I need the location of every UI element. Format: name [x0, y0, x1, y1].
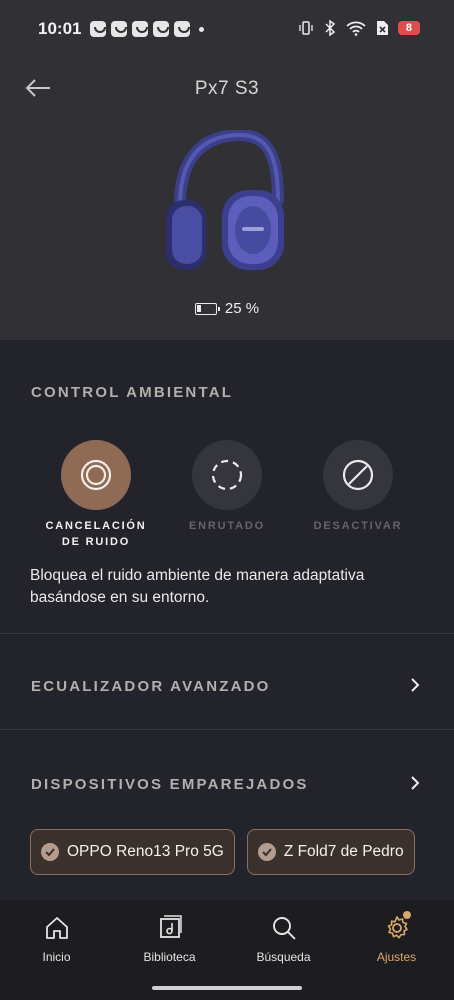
device-chip-label: OPPO Reno13 Pro 5G: [67, 843, 224, 860]
notification-icons: [90, 21, 204, 37]
mode-label: ENRUTADO: [189, 520, 265, 532]
battery-percentage: 25 %: [224, 300, 260, 317]
battery-icon: [194, 302, 220, 315]
mode-off[interactable]: DESACTIVAR: [293, 440, 423, 534]
mode-transparency[interactable]: ENRUTADO: [162, 440, 292, 534]
ambient-control-title: CONTROL AMBIENTAL: [31, 384, 234, 401]
mode-noise-cancellation[interactable]: CANCELACIÓN DE RUIDO: [31, 440, 161, 550]
status-bar: 10:01 8: [0, 0, 454, 60]
device-chip[interactable]: Z Fold7 de Pedro: [246, 829, 415, 875]
search-icon: [270, 914, 298, 942]
nav-item-settings[interactable]: Ajustes: [340, 911, 453, 964]
off-icon: [342, 459, 374, 491]
no-sim-icon: [376, 21, 388, 35]
nav-label: Biblioteca: [143, 950, 196, 964]
device-chip-label: Z Fold7 de Pedro: [283, 843, 404, 860]
home-icon: [43, 914, 71, 942]
chevron-right-icon: [411, 678, 420, 692]
nav-item-library[interactable]: Biblioteca: [113, 914, 226, 964]
nav-label: Inicio: [42, 950, 71, 964]
bottom-navigation: Inicio Biblioteca Búsqueda Ajustes: [0, 900, 454, 1000]
mode-label: CANCELACIÓN DE RUIDO: [45, 520, 147, 548]
status-time: 10:01: [38, 19, 82, 38]
notification-app-icon: [132, 21, 148, 37]
device-header: Px7 S3 25 %: [0, 60, 454, 340]
notification-app-icon: [153, 21, 169, 37]
noise-cancel-icon: [80, 459, 112, 491]
mode-description: Bloquea el ruido ambiente de manera adap…: [30, 567, 365, 606]
more-notifications-dot: [199, 26, 204, 32]
settings-badge-dot: [402, 911, 411, 919]
checkmark-icon: [257, 843, 276, 861]
device-chip[interactable]: OPPO Reno13 Pro 5G: [30, 829, 235, 875]
transparency-icon: [211, 459, 243, 491]
nav-label: Ajustes: [376, 950, 417, 964]
equalizer-title: ECUALIZADOR AVANZADO: [31, 678, 271, 695]
headphones-image: [166, 130, 284, 270]
mode-noise-cancellation-button[interactable]: [61, 440, 131, 510]
settings-icon: [383, 911, 411, 942]
notification-app-icon: [111, 21, 127, 37]
battery-status: 8: [397, 21, 420, 35]
battery-level-fill: [196, 304, 201, 312]
mode-transparency-button[interactable]: [192, 440, 262, 510]
home-indicator[interactable]: [152, 986, 302, 990]
vibrate-icon: [299, 21, 313, 35]
notification-app-icon: [174, 21, 190, 37]
bluetooth-icon: [325, 20, 336, 36]
wifi-icon: [346, 21, 366, 36]
battery-indicator: 25 %: [0, 300, 454, 317]
equalizer-row[interactable]: ECUALIZADOR AVANZADO: [0, 634, 454, 730]
paired-devices-row[interactable]: DISPOSITIVOS EMPAREJADOS: [0, 732, 454, 828]
mode-label: DESACTIVAR: [313, 520, 403, 532]
nav-item-search[interactable]: Búsqueda: [227, 914, 340, 964]
chevron-right-icon: [411, 776, 420, 790]
mode-off-button[interactable]: [323, 440, 393, 510]
paired-devices-title: DISPOSITIVOS EMPAREJADOS: [31, 776, 309, 793]
divider: [0, 729, 454, 730]
nav-label: Búsqueda: [256, 950, 311, 964]
device-title: Px7 S3: [194, 78, 260, 99]
system-icons: 8: [298, 20, 420, 36]
notification-app-icon: [90, 21, 106, 37]
checkmark-icon: [41, 843, 59, 861]
nav-item-home[interactable]: Inicio: [0, 914, 113, 964]
paired-devices-list: OPPO Reno13 Pro 5G Z Fold7 de Pedro: [30, 829, 415, 875]
library-icon: [156, 914, 184, 942]
